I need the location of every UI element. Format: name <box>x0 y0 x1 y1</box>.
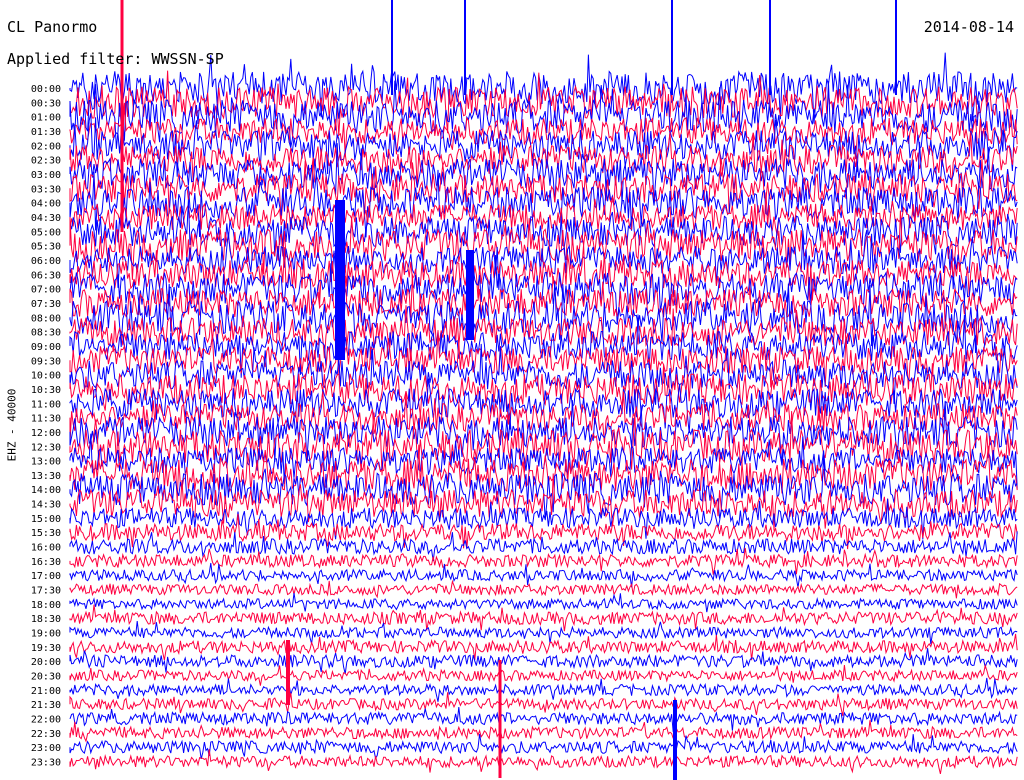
row-time-label: 22:00 <box>31 715 61 726</box>
row-time-label: 11:30 <box>31 414 61 425</box>
row-time-label: 10:00 <box>31 371 61 382</box>
row-time-label: 09:30 <box>31 356 61 367</box>
row-time-label: 05:00 <box>31 227 61 238</box>
row-time-label: 07:30 <box>31 299 61 310</box>
row-time-label: 17:00 <box>31 571 61 582</box>
seismic-trace-row <box>69 707 1018 732</box>
seismic-trace-row <box>69 749 1018 775</box>
row-time-label: 18:00 <box>31 600 61 611</box>
seismic-trace-row <box>69 720 1018 743</box>
row-time-label: 03:00 <box>31 170 61 181</box>
row-time-label: 04:00 <box>31 199 61 210</box>
row-time-label: 04:30 <box>31 213 61 224</box>
seismic-trace-row <box>69 648 1018 675</box>
row-time-label: 08:30 <box>31 328 61 339</box>
row-time-label: 19:00 <box>31 629 61 640</box>
seismic-trace-row <box>69 158 1018 221</box>
row-time-label: 20:00 <box>31 657 61 668</box>
row-time-label: 07:00 <box>31 285 61 296</box>
row-time-label: 17:30 <box>31 586 61 597</box>
row-time-label: 10:30 <box>31 385 61 396</box>
seismic-trace-row <box>69 579 1018 599</box>
row-time-label: 01:00 <box>31 113 61 124</box>
seismic-trace-row <box>69 330 1018 390</box>
row-time-label: 06:00 <box>31 256 61 267</box>
row-time-label: 23:00 <box>31 743 61 754</box>
seismic-trace-row <box>69 692 1018 717</box>
row-time-label: 16:30 <box>31 557 61 568</box>
row-time-label: 11:00 <box>31 399 61 410</box>
row-time-label: 00:00 <box>31 84 61 95</box>
row-time-label: 00:30 <box>31 98 61 109</box>
row-time-label: 14:30 <box>31 500 61 511</box>
seismic-trace-row <box>69 531 1018 562</box>
date-label: 2014-08-14 <box>923 18 1014 36</box>
seismic-trace-row <box>69 677 1018 702</box>
row-time-label: 15:30 <box>31 528 61 539</box>
row-time-label: 20:30 <box>31 672 61 683</box>
row-time-label: 16:00 <box>31 543 61 554</box>
row-time-label: 05:30 <box>31 242 61 253</box>
seismic-trace-row <box>69 621 1018 645</box>
filter-label: Applied filter: WWSSN-SP <box>7 50 224 68</box>
row-time-label: 02:00 <box>31 141 61 152</box>
row-time-label: 22:30 <box>31 729 61 740</box>
row-time-label: 23:30 <box>31 758 61 769</box>
row-time-label: 15:00 <box>31 514 61 525</box>
row-time-label: 21:30 <box>31 700 61 711</box>
row-time-label: 12:00 <box>31 428 61 439</box>
seismogram-chart: 00:00 00:30 01:00 01:30 02:00 02:30 03:00 03:30… <box>0 0 1024 780</box>
row-time-label: 18:30 <box>31 614 61 625</box>
row-time-label: 21:00 <box>31 686 61 697</box>
channel-label: EHZ - 40000 <box>5 388 19 462</box>
station-title: CL Panormo <box>7 18 98 36</box>
seismic-trace-row <box>69 663 1018 686</box>
row-time-label: 12:30 <box>31 442 61 453</box>
seismic-trace-row <box>69 733 1018 760</box>
seismogram-plot: 00:00 00:30 01:00 01:30 02:00 02:30 03:00 03:30… <box>31 0 1018 780</box>
row-time-label: 19:30 <box>31 643 61 654</box>
row-time-label: 01:30 <box>31 127 61 138</box>
row-time-label: 08:00 <box>31 313 61 324</box>
row-time-label: 13:30 <box>31 471 61 482</box>
row-time-label: 13:00 <box>31 457 61 468</box>
seismic-trace-row <box>69 593 1018 613</box>
row-time-label: 14:00 <box>31 485 61 496</box>
row-time-label: 06:30 <box>31 270 61 281</box>
row-time-label: 09:00 <box>31 342 61 353</box>
row-time-label: 03:30 <box>31 184 61 195</box>
row-time-label: 02:30 <box>31 156 61 167</box>
